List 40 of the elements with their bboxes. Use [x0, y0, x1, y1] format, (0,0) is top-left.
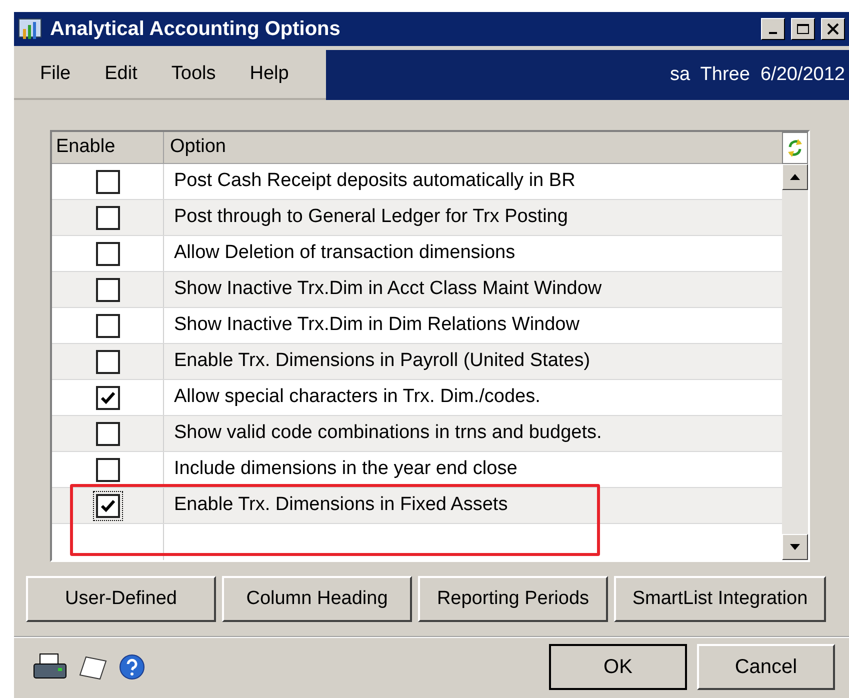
- check-icon: [100, 390, 116, 404]
- table-cell-text: Post through to General Ledger for Trx Posting: [173, 205, 569, 230]
- cancel-button[interactable]: Cancel: [697, 644, 835, 690]
- table-cell-text: Show Inactive Trx.Dim in Dim Relations Window: [173, 313, 580, 338]
- option-button[interactable]: Reporting Periods: [418, 576, 608, 622]
- window-title: Analytical Accounting Options: [50, 17, 340, 42]
- maximize-button[interactable]: [791, 18, 815, 40]
- minimize-button[interactable]: [761, 18, 785, 40]
- maximize-icon: [797, 24, 809, 34]
- table-cell-text: Include dimensions in the year end close: [173, 457, 518, 482]
- scroll-down-button[interactable]: [782, 534, 808, 560]
- column-header[interactable]: Option: [164, 132, 782, 163]
- app-icon: [18, 17, 44, 41]
- option-button[interactable]: Column Heading: [222, 576, 412, 622]
- scroll-up-button[interactable]: [782, 164, 808, 190]
- table-cell-text: Allow special characters in Trx. Dim./codes.: [173, 385, 542, 410]
- checkbox[interactable]: [92, 490, 122, 520]
- user-info: sa Three 6/20/2012: [670, 62, 845, 87]
- down-arrow-icon: [789, 543, 801, 551]
- close-icon: [827, 23, 839, 35]
- minimize-icon: [769, 32, 777, 34]
- up-arrow-icon: [789, 173, 801, 181]
- table-cell-text: Enable Trx. Dimensions in Fixed Assets: [173, 493, 509, 518]
- table-cell-text: Post Cash Receipt deposits automatically in BR: [173, 169, 576, 194]
- refresh-icon[interactable]: [782, 132, 808, 164]
- ok-button[interactable]: OK: [549, 644, 687, 690]
- help-icon[interactable]: [118, 653, 146, 681]
- close-button[interactable]: [821, 18, 845, 40]
- menu-item[interactable]: Edit: [104, 60, 138, 88]
- menu-item[interactable]: File: [40, 60, 71, 88]
- table-cell-text: Enable Trx. Dimensions in Payroll (United States): [173, 349, 592, 374]
- menu-item[interactable]: Help: [250, 60, 289, 88]
- menu-item[interactable]: Tools: [171, 60, 216, 88]
- table-cell-text: Allow Deletion of transaction dimensions: [173, 241, 516, 266]
- option-button[interactable]: SmartList Integration: [614, 576, 826, 622]
- table-cell-text: Show valid code combinations in trns and budgets.: [173, 421, 603, 446]
- table-cell-text: Show Inactive Trx.Dim in Acct Class Maint Window: [173, 277, 603, 302]
- check-icon: [100, 498, 116, 512]
- option-button[interactable]: User-Defined: [26, 576, 216, 622]
- column-header[interactable]: Enable: [52, 132, 164, 163]
